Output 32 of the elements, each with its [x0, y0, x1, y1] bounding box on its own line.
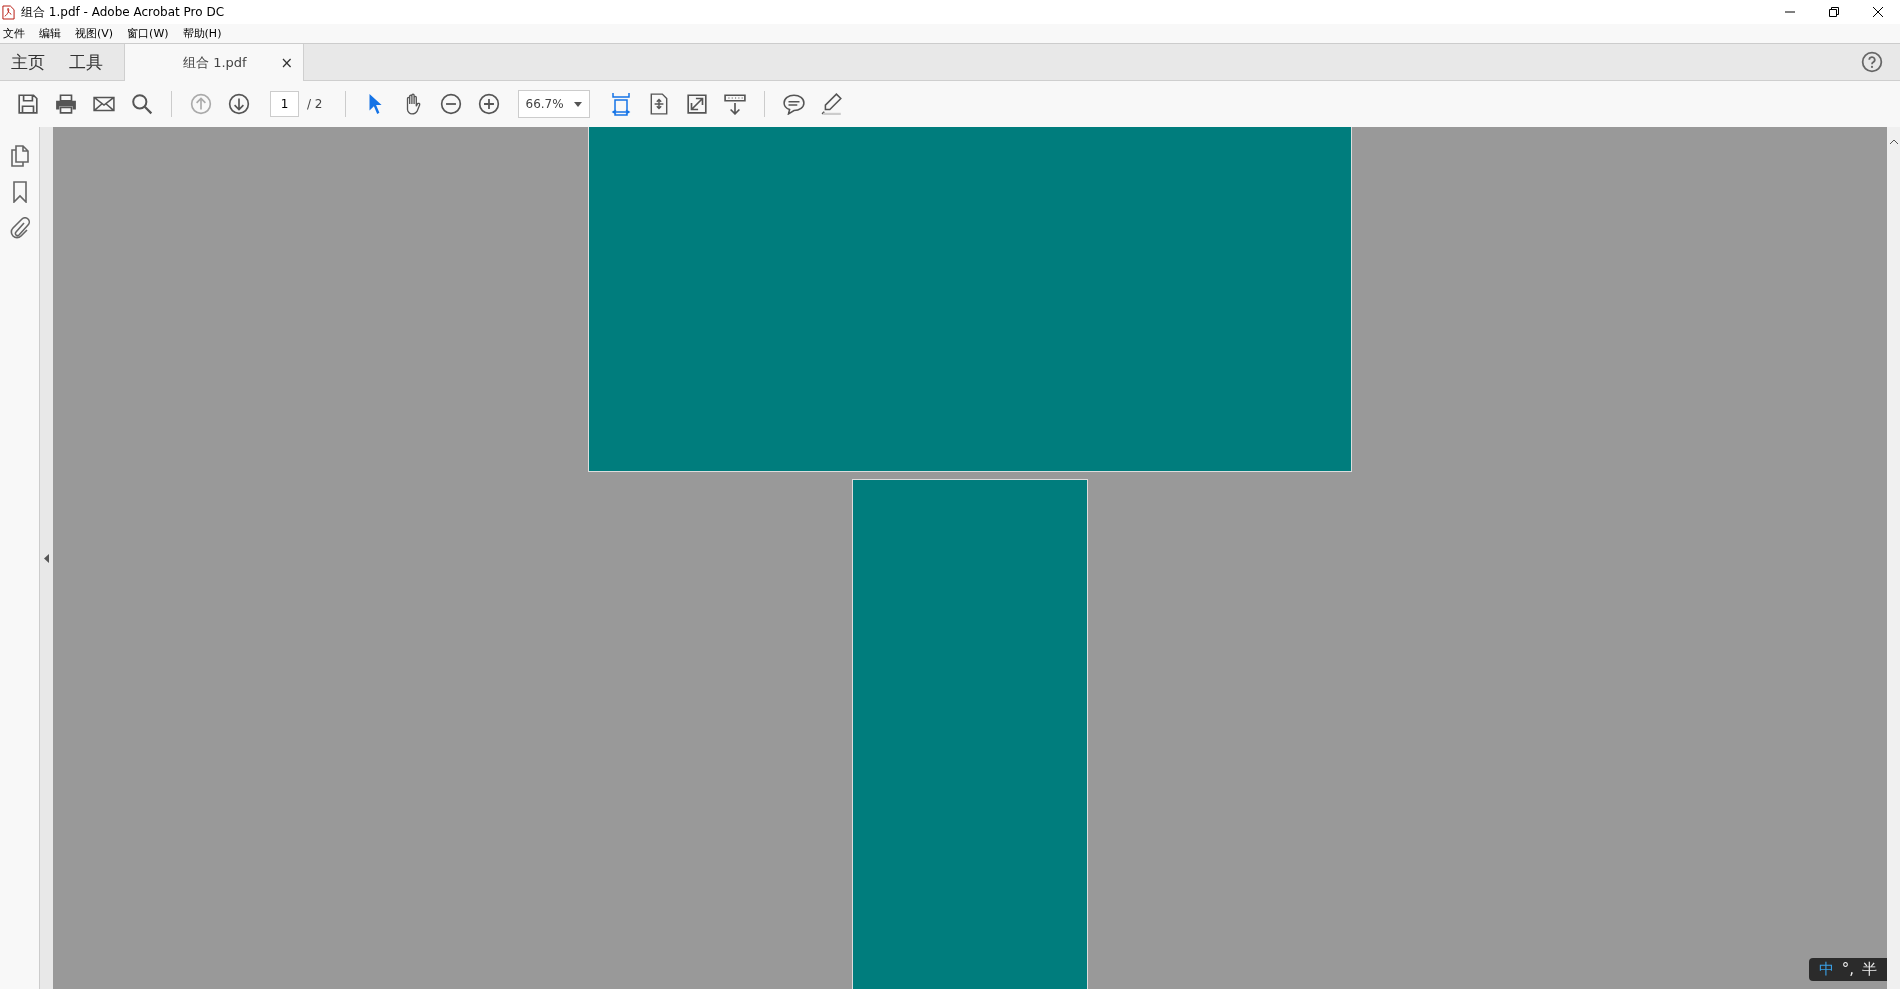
menu-item[interactable]: 窗口(W): [127, 26, 169, 41]
window-title: 组合 1.pdf - Adobe Acrobat Pro DC: [21, 3, 225, 21]
paperclip-icon[interactable]: [9, 217, 30, 239]
collapse-icon[interactable]: [44, 553, 49, 563]
close-tab-button[interactable]: ×: [280, 53, 293, 72]
print-icon[interactable]: [55, 93, 77, 115]
zoom-dropdown[interactable]: 66.7%: [517, 90, 590, 118]
zoom-in-icon[interactable]: [477, 93, 500, 115]
tab[interactable]: 工具: [58, 44, 116, 80]
help-icon[interactable]: [1861, 51, 1883, 73]
pen-icon[interactable]: [820, 93, 843, 115]
menu-item[interactable]: 帮助(H): [182, 26, 222, 41]
page-total: / 2: [307, 97, 323, 111]
restore-icon[interactable]: [1829, 7, 1839, 17]
comment-icon[interactable]: [782, 93, 805, 115]
close-icon[interactable]: [1873, 7, 1883, 17]
caret-icon[interactable]: [573, 101, 582, 107]
scroll-mode-icon[interactable]: [723, 93, 746, 115]
tab[interactable]: 主页: [0, 44, 58, 80]
page-number-field[interactable]: 1: [270, 91, 299, 117]
zoom-out-icon[interactable]: [439, 93, 462, 115]
menu-item[interactable]: 文件: [3, 26, 25, 41]
search-icon[interactable]: [131, 93, 153, 115]
menu-item[interactable]: 编辑: [39, 26, 61, 41]
pages-icon[interactable]: [9, 145, 30, 167]
tab[interactable]: 组合 1.pdf ×: [124, 44, 304, 81]
fit-width-icon[interactable]: [609, 92, 632, 116]
ime-status-bar: 中 °, 半: [1808, 958, 1887, 981]
full-screen-icon[interactable]: [685, 93, 708, 115]
save-icon[interactable]: [17, 93, 39, 115]
scroll-up-icon[interactable]: [1889, 139, 1898, 144]
menu-item[interactable]: 视图(V): [75, 26, 114, 41]
